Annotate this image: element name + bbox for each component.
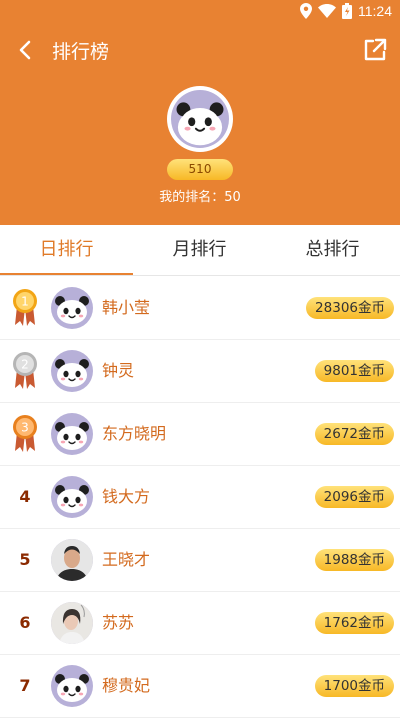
coin-badge: 1988金币	[314, 549, 394, 571]
rank-medal: 3	[12, 414, 38, 452]
ranking-row[interactable]: 6 苏苏 1762金币	[0, 591, 400, 655]
user-name: 钟灵	[102, 361, 135, 380]
panda-icon	[55, 485, 89, 513]
status-time: 11:24	[358, 3, 392, 19]
user-name: 穆贵妃	[102, 676, 151, 695]
header-bar: 11:24 排行榜 510 我的排名：50	[0, 0, 400, 225]
avatar	[51, 413, 93, 455]
tab-monthly[interactable]: 月排行	[133, 225, 266, 275]
coin-badge: 1700金币	[314, 675, 394, 697]
my-score-badge: 510	[167, 159, 233, 180]
panda-icon	[55, 422, 89, 450]
tab-indicator	[0, 273, 133, 275]
medal-bronze-icon: 3	[13, 415, 37, 452]
medal-gold-icon: 1	[13, 289, 37, 326]
ranking-tabs: 日排行 月排行 总排行	[0, 225, 400, 276]
coin-badge: 1762金币	[314, 612, 394, 634]
avatar	[51, 602, 93, 644]
my-avatar	[167, 86, 233, 152]
svg-text:2: 2	[21, 358, 29, 372]
medal-silver-icon: 2	[13, 352, 37, 389]
avatar	[51, 350, 93, 392]
ranking-row[interactable]: 2 钟灵 9801金币	[0, 339, 400, 403]
title-bar: 排行榜	[0, 30, 400, 70]
page-title: 排行榜	[52, 41, 110, 63]
panda-icon	[176, 102, 224, 146]
ranking-row[interactable]: 1 韩小莹 28306金币	[0, 276, 400, 340]
rank-number: 6	[19, 613, 31, 632]
avatar	[51, 665, 93, 707]
user-photo-icon	[51, 539, 93, 581]
rank-number: 5	[19, 550, 31, 569]
panda-icon	[55, 674, 89, 702]
coin-badge: 2096金币	[314, 486, 394, 508]
status-icons: 11:24	[300, 2, 392, 20]
panda-icon	[55, 359, 89, 387]
user-name: 东方晓明	[102, 424, 167, 443]
wifi-icon	[318, 4, 336, 18]
tab-daily[interactable]: 日排行	[0, 225, 133, 275]
user-photo-icon	[51, 602, 93, 644]
user-name: 苏苏	[102, 613, 135, 632]
rank-number: 4	[19, 487, 31, 506]
user-name: 韩小莹	[102, 298, 151, 317]
ranking-row[interactable]: 3 东方晓明 2672金币	[0, 402, 400, 466]
avatar	[51, 287, 93, 329]
rank-number: 7	[19, 676, 31, 695]
back-arrow-icon[interactable]	[14, 38, 38, 62]
my-rank-text: 我的排名：50	[159, 190, 241, 205]
status-bar: 11:24	[0, 0, 400, 22]
user-name: 王晓才	[102, 550, 151, 569]
coin-badge: 2672金币	[314, 423, 394, 445]
avatar	[51, 539, 93, 581]
coin-badge: 9801金币	[314, 360, 394, 382]
rank-medal: 1	[12, 288, 38, 326]
svg-text:1: 1	[21, 295, 29, 309]
avatar	[51, 476, 93, 518]
rank-medal: 2	[12, 351, 38, 389]
tab-total[interactable]: 总排行	[266, 225, 399, 275]
ranking-row[interactable]: 5 王晓才 1988金币	[0, 528, 400, 592]
user-name: 钱大方	[102, 487, 151, 506]
panda-icon	[55, 296, 89, 324]
svg-text:3: 3	[21, 421, 29, 435]
ranking-row[interactable]: 4 钱大方 2096金币	[0, 465, 400, 529]
battery-icon	[342, 3, 352, 19]
coin-badge: 28306金币	[306, 297, 394, 319]
ranking-row[interactable]: 7 穆贵妃 1700金币	[0, 654, 400, 718]
location-icon	[300, 3, 312, 19]
share-icon[interactable]	[362, 37, 388, 63]
